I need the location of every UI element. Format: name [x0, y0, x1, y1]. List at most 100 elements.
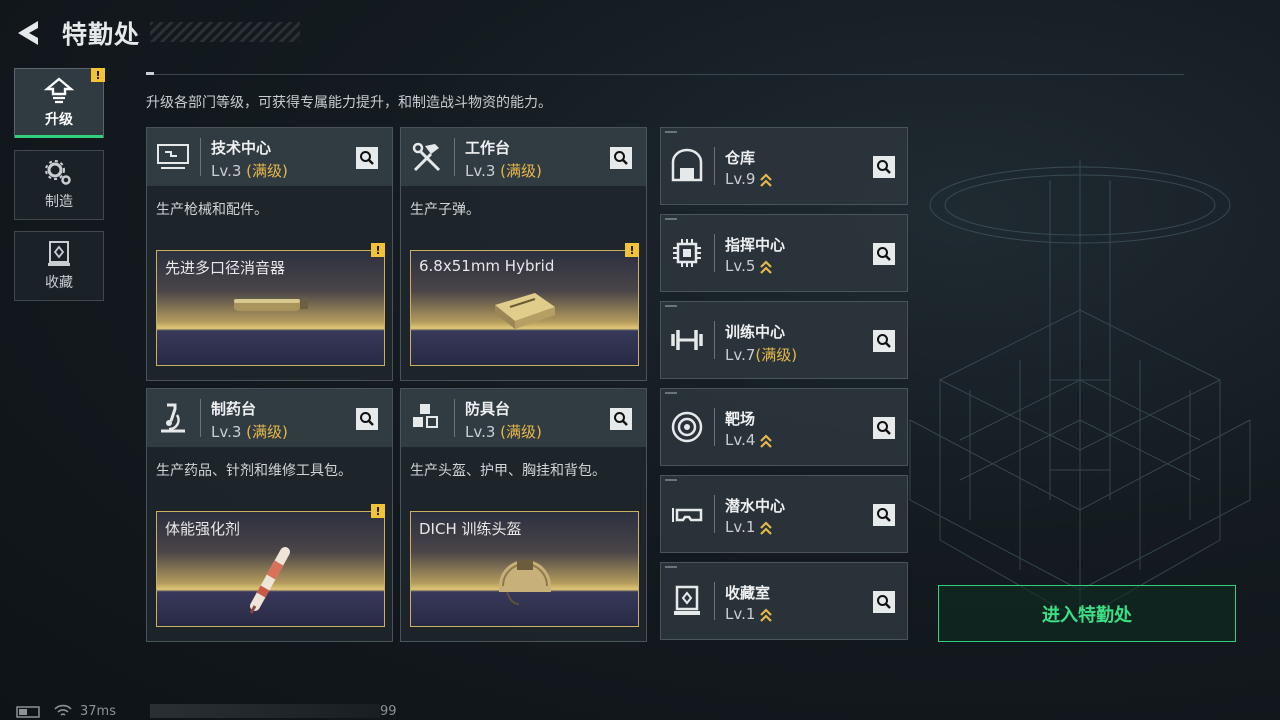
card-level: Lv.3 (满级): [211, 423, 288, 441]
blurred-info: [150, 704, 380, 718]
search-icon[interactable]: [356, 408, 378, 430]
facility-collection-room[interactable]: 收藏室 Lv.1: [660, 562, 908, 640]
search-icon[interactable]: [610, 147, 632, 169]
separator: [714, 321, 715, 359]
facility-name: 潜水中心: [725, 497, 786, 515]
card-level: Lv.3 (满级): [465, 423, 542, 441]
syringe-icon: [249, 547, 290, 614]
upgrade-icon: [44, 77, 74, 104]
facility-warehouse[interactable]: 仓库 Lv.9: [660, 127, 908, 205]
card-workbench[interactable]: 工作台 Lv.3 (满级) 生产子弹。 6.8x51mm Hybrid !: [400, 127, 647, 381]
separator: [200, 138, 201, 176]
dumbbell-icon: [671, 330, 703, 350]
search-icon[interactable]: [610, 408, 632, 430]
card-level: Lv.3 (满级): [465, 162, 542, 180]
facility-command-center[interactable]: 指挥中心 Lv.5: [660, 214, 908, 292]
cubes-icon: [413, 404, 438, 428]
page-description: 升级各部门等级，可获得专属能力提升，和制造战斗物资的能力。: [146, 95, 552, 111]
production-item[interactable]: 体能强化剂 !: [156, 504, 385, 627]
card-tech-center[interactable]: 技术中心 Lv.3 (满级) 生产枪械和配件。 先进多口径消音器 !: [146, 127, 393, 381]
max-level-tag: (满级): [246, 162, 288, 180]
card-title: 防具台: [465, 400, 511, 418]
facility-training-center[interactable]: 训练中心 Lv.7(满级): [660, 301, 908, 379]
tab-label: 升级: [45, 112, 73, 128]
facility-level: Lv.9: [725, 170, 773, 188]
production-item[interactable]: 6.8x51mm Hybrid !: [410, 243, 639, 366]
tab-craft[interactable]: 制造: [14, 150, 104, 220]
search-icon[interactable]: [873, 417, 895, 439]
tab-label: 制造: [45, 194, 73, 210]
card-level: Lv.3 (满级): [211, 162, 288, 180]
search-icon[interactable]: [356, 147, 378, 169]
warning-badge: !: [371, 504, 385, 518]
search-icon[interactable]: [873, 330, 895, 352]
search-icon[interactable]: [873, 504, 895, 526]
warning-badge: !: [625, 243, 639, 257]
production-item[interactable]: 先进多口径消音器 !: [156, 243, 385, 366]
goggles-icon: [672, 508, 703, 522]
separator: [714, 495, 715, 533]
warning-badge: !: [91, 68, 105, 82]
ammo-box-icon: [494, 293, 555, 329]
warning-badge: !: [371, 243, 385, 257]
card-description: 生产子弹。: [410, 202, 480, 218]
workstation-icon: [157, 144, 189, 169]
search-icon[interactable]: [873, 156, 895, 178]
separator: [714, 582, 715, 620]
facility-level: Lv.7(满级): [725, 346, 798, 364]
search-icon[interactable]: [873, 243, 895, 265]
facility-level: Lv.1: [725, 605, 773, 623]
facility-level: Lv.1: [725, 518, 773, 536]
collection-icon: [48, 241, 70, 266]
facility-range[interactable]: 靶场 Lv.4: [660, 388, 908, 466]
max-level-tag: (满级): [246, 423, 288, 441]
helmet-icon: [498, 560, 551, 605]
upgrade-available-icon: [760, 259, 773, 274]
card-header: 技术中心 Lv.3 (满级): [147, 128, 392, 186]
item-name: 6.8x51mm Hybrid: [419, 257, 555, 275]
card-description: 生产头盔、护甲、胸挂和背包。: [410, 463, 606, 479]
chip-icon: [673, 239, 701, 267]
microscope-icon: [161, 403, 185, 433]
facility-diving-center[interactable]: 潜水中心 Lv.1: [660, 475, 908, 553]
separator: [714, 147, 715, 185]
tab-collection[interactable]: 收藏: [14, 231, 104, 301]
ping-readout: 37ms: [80, 704, 116, 719]
facility-name: 仓库: [725, 149, 756, 167]
separator: [454, 138, 455, 176]
card-pharmacy[interactable]: 制药台 Lv.3 (满级) 生产药品、针剂和维修工具包。 体能强化剂 !: [146, 388, 393, 642]
separator: [454, 399, 455, 437]
tab-label: 收藏: [45, 275, 73, 291]
battery-icon: [16, 706, 40, 718]
search-icon[interactable]: [873, 591, 895, 613]
card-header: 工作台 Lv.3 (满级): [401, 128, 646, 186]
upgrade-available-icon: [760, 172, 773, 187]
gears-icon: [45, 160, 71, 185]
card-title: 技术中心: [211, 139, 272, 157]
tab-upgrade[interactable]: 升级 !: [14, 68, 105, 138]
target-icon: [671, 411, 703, 443]
facility-name: 收藏室: [725, 584, 771, 602]
divider: [146, 74, 1184, 75]
page-title: 特勤处: [62, 20, 141, 49]
display-case-icon: [674, 585, 700, 615]
max-level-tag: (满级): [500, 423, 542, 441]
max-level-tag: (满级): [755, 346, 798, 364]
upgrade-available-icon: [760, 433, 773, 448]
separator: [714, 408, 715, 446]
max-level-tag: (满级): [500, 162, 542, 180]
upgrade-available-icon: [760, 520, 773, 535]
facility-name: 训练中心: [725, 323, 786, 341]
card-description: 生产药品、针剂和维修工具包。: [156, 463, 352, 479]
tools-icon: [412, 142, 441, 172]
back-arrow-icon[interactable]: [14, 18, 44, 48]
warehouse-icon: [671, 148, 703, 182]
wifi-icon: [54, 704, 72, 716]
card-header: 制药台 Lv.3 (满级): [147, 389, 392, 447]
production-item[interactable]: DICH 训练头盔: [410, 511, 639, 627]
item-name: 先进多口径消音器: [165, 259, 286, 277]
enter-button[interactable]: 进入特勤处: [938, 585, 1236, 642]
card-armor-bench[interactable]: 防具台 Lv.3 (满级) 生产头盔、护甲、胸挂和背包。 DICH 训练头盔: [400, 388, 647, 642]
facility-level: Lv.5: [725, 257, 773, 275]
separator: [714, 234, 715, 272]
